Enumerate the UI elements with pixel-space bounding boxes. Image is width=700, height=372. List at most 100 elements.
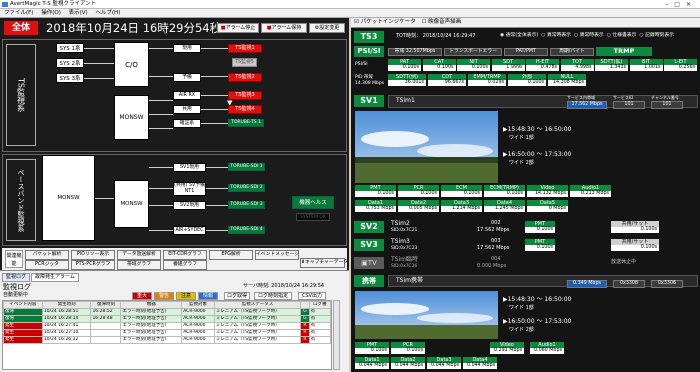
torube-sdi-3[interactable]: TORUBE-SDI 3 xyxy=(228,201,265,209)
psisi-cell-2[interactable]: NIT 0.100s xyxy=(457,59,490,72)
radio-normal[interactable]: ◉ 通常(全体表示) xyxy=(500,32,538,39)
monsw-box-bb[interactable]: MONSW xyxy=(114,180,149,228)
sv1-es-cell-0[interactable]: PMT 0.100s xyxy=(355,185,396,198)
menu-file[interactable]: ファイル(F) xyxy=(4,10,33,16)
filter-caution[interactable]: 注意 xyxy=(176,292,196,300)
psisi-cell-1[interactable]: CAT 0.100s xyxy=(422,59,456,72)
pcr-jitter-button[interactable]: PCRジッタ xyxy=(25,260,69,270)
sv1-es-cell-5[interactable]: Audio1 0.213 Mbps xyxy=(570,185,611,198)
sv1-video-thumbnail[interactable] xyxy=(355,111,498,183)
filter-info[interactable]: 情報 xyxy=(198,292,218,300)
psisi-extra-cell-3[interactable]: 外部 0.100s xyxy=(508,74,546,87)
sv3-badge[interactable]: SV3 xyxy=(354,239,384,251)
filter-critical[interactable]: 重大 xyxy=(132,292,152,300)
program-graph-button[interactable]: 番組グラフ xyxy=(163,260,207,270)
psisi-cell-0[interactable]: PAT 0.100s xyxy=(388,59,421,72)
sv1-es-cell-4[interactable]: Video 14.132 Mbps xyxy=(527,185,568,198)
capture-data-button[interactable]: ⬇キャプチャーデータ xyxy=(300,258,348,268)
col-recovered[interactable]: 復帰時刻 xyxy=(90,301,122,309)
eit-cdr-graph-button[interactable]: EIT-CDRグラフ xyxy=(163,250,207,260)
sv1-data-cell-0[interactable]: Data1 0.753 Mbps xyxy=(355,200,396,213)
av-render-toggle[interactable]: ☐ 映像音声描画 xyxy=(421,19,461,25)
sys3-box[interactable]: SYS 3系 xyxy=(56,73,84,83)
alarm-hold-button[interactable]: ■アラーム保持 xyxy=(261,23,307,33)
pid-resource-button[interactable]: PIDリソー表示 xyxy=(71,250,115,260)
monsw-box-ts[interactable]: MONSW xyxy=(114,95,149,140)
torube-sdi-4[interactable]: TORUBE-SDI 4 xyxy=(228,226,265,234)
table-row[interactable]: 発生 10/24 16:27:41 エラー時刻(地址予告) ACR-9000 ミレニアム… xyxy=(3,322,331,330)
ts-monitor-2[interactable]: TS監視2 xyxy=(228,73,262,82)
transport-error[interactable]: トランスポートエラー xyxy=(444,48,502,56)
mobile-data-cell-2[interactable]: Data3 0.044 Mbps xyxy=(427,357,461,370)
changeover-box[interactable]: C/O xyxy=(114,42,149,87)
psisi-cell-3[interactable]: SDT 1.999s xyxy=(491,59,525,72)
mobile-es-cell-2[interactable]: Video 0.291 Mbps xyxy=(490,342,524,355)
mobile-es-cell-3[interactable]: Audio1 0.060 Mbps xyxy=(530,342,564,355)
period-byte[interactable]: 周期/バイト xyxy=(550,48,594,56)
radio-spec[interactable]: ○ 仕様書表示 xyxy=(607,32,637,39)
mobile-data-cell-0[interactable]: Data1 0.044 Mbps xyxy=(355,357,389,370)
mobile-es-cell-0[interactable]: PMT 0.100s xyxy=(355,342,389,355)
log-scrollbar[interactable] xyxy=(333,300,340,370)
mobile-data-cell-1[interactable]: Data2 0.044 Mbps xyxy=(391,357,425,370)
menu-help[interactable]: ヘルプ(H) xyxy=(95,10,120,16)
sys1-box[interactable]: SYS 1系 xyxy=(56,43,84,53)
col-target[interactable]: 監視対象 xyxy=(181,301,215,309)
sv1-es-cell-3[interactable]: ECM(TRMP) 0.100s xyxy=(484,185,525,198)
ts-monitor-5[interactable]: TS監視5 xyxy=(232,58,257,67)
psisi-cell-5[interactable]: TOT 4.998s xyxy=(560,59,594,72)
settings-change-button[interactable]: ⚙設定変更 xyxy=(309,23,345,33)
sys2-box[interactable]: SYS 2系 xyxy=(56,58,84,68)
overall-status-badge[interactable]: 全体 xyxy=(4,21,38,35)
csv-export-button[interactable]: CSV出力 xyxy=(298,292,326,300)
radio-abnormal-2[interactable]: ○ 異常時表示 xyxy=(574,32,604,39)
col-occurred[interactable]: 発生時刻 xyxy=(41,301,92,309)
filter-warning[interactable]: 警告 xyxy=(154,292,174,300)
menu-operation[interactable]: 操作(O) xyxy=(41,10,61,16)
event-message-button[interactable]: イベントメッセージ xyxy=(255,250,299,260)
col-event[interactable]: イベント内容 xyxy=(3,301,43,309)
tv-badge[interactable]: ▣TV xyxy=(354,257,384,269)
packet-analysis-button[interactable]: パケット解析 xyxy=(25,250,69,260)
psisi-cell-8[interactable]: L-EIT 0.256s xyxy=(664,59,697,72)
log-table-wrap[interactable]: イベント内容 発生時刻 復帰時刻 機器 監視対象 監視ステータス ログ種 復帰 1… xyxy=(2,300,332,370)
alarm-stop-button[interactable]: ■アラーム停止 xyxy=(217,23,259,33)
table-row[interactable]: 復帰 10/24 16:28:14 16:28:48 エラー時刻(地址予告) ACR-9… xyxy=(3,315,331,323)
tab-fault-alarm[interactable]: 故障発生アラーム xyxy=(31,273,79,282)
sv1-badge[interactable]: SV1 xyxy=(354,95,384,107)
ts-monitor-3[interactable]: TS監視3 xyxy=(228,91,262,100)
sv1-data-cell-2[interactable]: Data3 1.214 Mbps xyxy=(441,200,482,213)
minimize-icon[interactable]: – xyxy=(665,1,674,8)
bandwidth-graph-button[interactable]: 帯域グラフ xyxy=(117,260,161,270)
sv1-data-cell-3[interactable]: Data4 1.245 Mbps xyxy=(484,200,525,213)
ts3-badge[interactable]: TS3 xyxy=(354,31,384,43)
pts-pcr-graph-button[interactable]: PTS-PCRグラフ xyxy=(71,260,115,270)
window-controls[interactable]: –□✕ xyxy=(665,0,697,9)
col-status[interactable]: 監視ステータス xyxy=(213,301,302,309)
radio-abnormal[interactable]: ○ 異常時表示 xyxy=(541,32,571,39)
pat-pmt[interactable]: PAT/PMT xyxy=(504,48,548,56)
torube-sdi-1[interactable]: TORUBE-SDI 1 xyxy=(228,163,265,171)
monsw-box-bb-main[interactable]: MONSW xyxy=(42,155,95,241)
psisi-badge[interactable]: PSI/SI xyxy=(354,46,384,57)
mobile-data-cell-3[interactable]: Data4 0.044 Mbps xyxy=(463,357,497,370)
col-log-type[interactable]: ログ種 xyxy=(308,301,331,309)
psisi-extra-cell-1[interactable]: CDT 96.667s xyxy=(428,74,466,87)
equipment-health-badge[interactable]: 機器ヘルス xyxy=(292,196,334,209)
log-acquire-button[interactable]: ログ取得 xyxy=(224,292,250,300)
psisi-extra-cell-2[interactable]: EMM/TRMP 0.029s xyxy=(468,74,506,87)
data-broadcast-button[interactable]: データ放送解析 xyxy=(117,250,161,260)
epg-analysis-button[interactable]: EPG解析 xyxy=(209,250,253,260)
sv1-es-cell-2[interactable]: ECM 0.100s xyxy=(441,185,482,198)
trmp-badge[interactable]: TRMP xyxy=(596,47,652,56)
ts-monitor-4[interactable]: TS監視4 xyxy=(228,105,262,114)
maximize-icon[interactable]: □ xyxy=(674,1,686,8)
psisi-extra-cell-0[interactable]: SDTT(例) 36.001s xyxy=(388,74,426,87)
table-row[interactable]: 復帰 10/24 16:28:51 16:28:52 エラー時刻(地址予告) ACR-9… xyxy=(3,308,331,316)
ts-monitor-1[interactable]: TS監視1 xyxy=(228,44,262,53)
mobile-badge[interactable]: 携帯 xyxy=(354,275,384,287)
sv1-es-cell-1[interactable]: PCR 0.100s xyxy=(398,185,439,198)
table-row[interactable]: 発生 10/24 16:26:32 エラー時刻(地址予告) ACR-9000 ミレニアム… xyxy=(3,336,331,344)
close-icon[interactable]: ✕ xyxy=(686,1,697,8)
radio-record[interactable]: ○ 記録時刻表示 xyxy=(639,32,674,39)
